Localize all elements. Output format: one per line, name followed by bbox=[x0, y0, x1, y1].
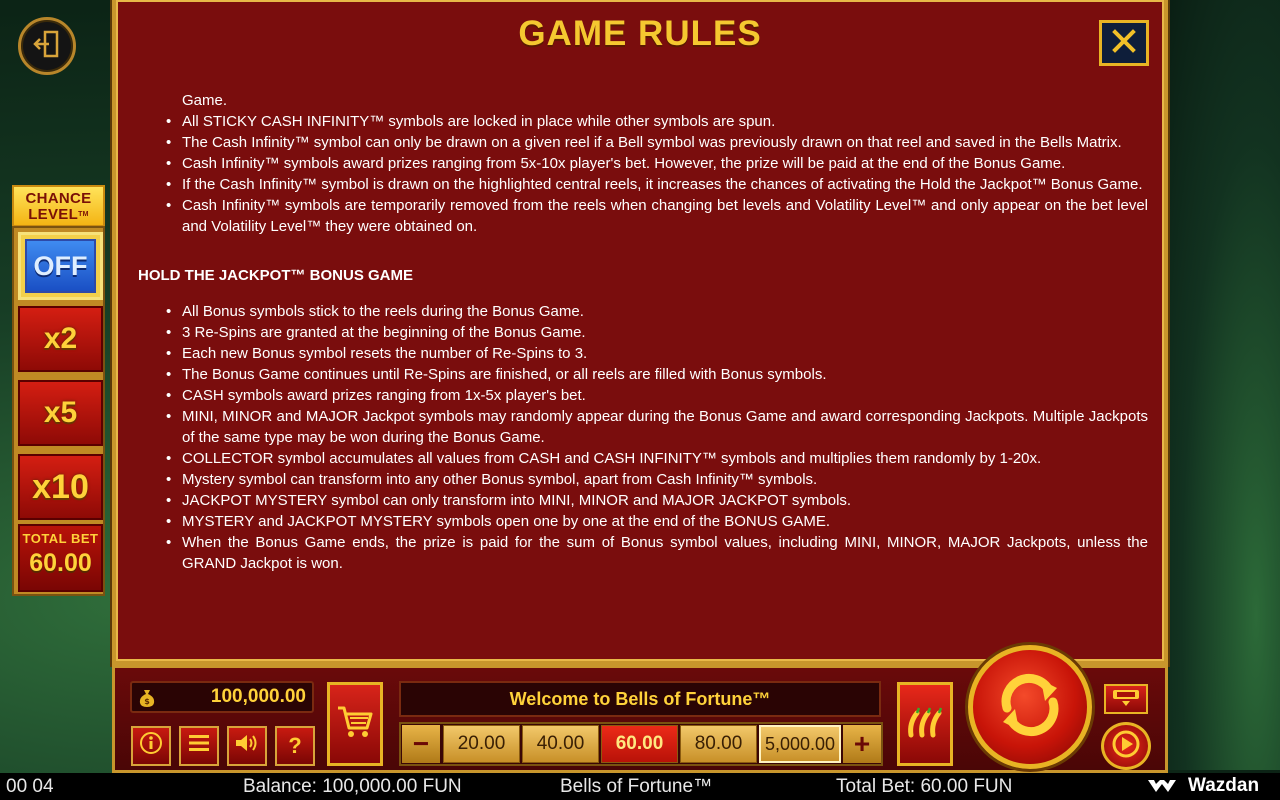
chance-level-title: CHANCE LEVELTM bbox=[12, 185, 105, 227]
rule-item: Cash Infinity™ symbols are temporarily r… bbox=[166, 195, 1148, 237]
rule-item: The Cash Infinity™ symbol can only be dr… bbox=[166, 132, 1148, 153]
volatility-button[interactable] bbox=[897, 682, 953, 766]
chance-x2-button[interactable]: x2 bbox=[18, 306, 103, 372]
spin-button[interactable] bbox=[968, 645, 1092, 769]
balance-value: 100,000.00 bbox=[210, 686, 306, 707]
shopping-cart-icon bbox=[336, 704, 374, 745]
rule-item: 3 Re-Spins are granted at the beginning … bbox=[166, 322, 1148, 343]
exit-button[interactable] bbox=[18, 17, 76, 75]
close-button[interactable] bbox=[1099, 20, 1149, 66]
bet-option-max[interactable]: 5,000.00 bbox=[759, 725, 841, 763]
status-total-bet: Total Bet: 60.00 FUN bbox=[836, 776, 1013, 797]
bet-settings-button[interactable] bbox=[1104, 684, 1148, 714]
chance-level-panel: OFF x2 x5 x10 TOTAL BET 60.00 bbox=[12, 226, 105, 596]
autoplay-icon bbox=[1110, 728, 1142, 765]
rule-item: All STICKY CASH INFINITY™ symbols are lo… bbox=[166, 111, 1148, 132]
buy-feature-button[interactable] bbox=[327, 682, 383, 766]
rule-item: The Bonus Game continues until Re-Spins … bbox=[166, 364, 1148, 385]
menu-button[interactable] bbox=[179, 726, 219, 766]
chance-x10-button[interactable]: x10 bbox=[18, 454, 103, 520]
rule-item: MINI, MINOR and MAJOR Jackpot symbols ma… bbox=[166, 406, 1148, 448]
game-rules-panel: GAME RULES Game. All STICKY CASH INFINIT… bbox=[112, 0, 1168, 665]
rules-list-top: Game. All STICKY CASH INFINITY™ symbols … bbox=[138, 90, 1148, 237]
chance-x5-button[interactable]: x5 bbox=[18, 380, 103, 446]
bet-selector: − 20.00 40.00 60.00 80.00 5,000.00 + bbox=[399, 722, 883, 766]
question-icon: ? bbox=[288, 733, 302, 758]
bet-increase-button[interactable]: + bbox=[843, 725, 881, 763]
wazdan-w-icon bbox=[1148, 780, 1176, 792]
chance-title-line1: CHANCE bbox=[25, 190, 92, 207]
chance-total-bet-label: TOTAL BET bbox=[22, 531, 99, 546]
chili-peppers-icon bbox=[905, 705, 945, 744]
help-button[interactable]: ? bbox=[275, 726, 315, 766]
message-display: Welcome to Bells of Fortune™ bbox=[399, 681, 881, 717]
bet-option[interactable]: 80.00 bbox=[680, 725, 757, 763]
sound-button[interactable] bbox=[227, 726, 267, 766]
chance-off-button[interactable]: OFF bbox=[18, 232, 103, 300]
brand-name: Wazdan bbox=[1188, 775, 1260, 796]
rule-item: All Bonus symbols stick to the reels dur… bbox=[166, 301, 1148, 322]
bet-option-selected[interactable]: 60.00 bbox=[601, 725, 678, 763]
autoplay-button[interactable] bbox=[1101, 722, 1151, 770]
status-game-name: Bells of Fortune™ bbox=[560, 776, 713, 797]
info-button[interactable] bbox=[131, 726, 171, 766]
rule-item: CASH symbols award prizes ranging from 1… bbox=[166, 385, 1148, 406]
chance-total-bet: TOTAL BET 60.00 bbox=[18, 524, 103, 592]
welcome-message: Welcome to Bells of Fortune™ bbox=[509, 688, 771, 709]
rule-item: If the Cash Infinity™ symbol is drawn on… bbox=[166, 174, 1148, 195]
wazdan-logo: Wazdan bbox=[1148, 775, 1259, 797]
rules-title: GAME RULES bbox=[518, 14, 762, 53]
bet-decrease-button[interactable]: − bbox=[402, 725, 440, 763]
rule-item: COLLECTOR symbol accumulates all values … bbox=[166, 448, 1148, 469]
rules-scroll-content[interactable]: Game. All STICKY CASH INFINITY™ symbols … bbox=[138, 90, 1148, 630]
section-heading-bonus: HOLD THE JACKPOT™ BONUS GAME bbox=[138, 267, 414, 284]
status-balance: Balance: 100,000.00 FUN bbox=[243, 776, 462, 797]
bet-option[interactable]: 20.00 bbox=[443, 725, 520, 763]
rule-item: Game. bbox=[182, 92, 228, 109]
close-x-icon bbox=[1111, 28, 1137, 59]
hamburger-menu-icon bbox=[188, 733, 210, 759]
background-right bbox=[1160, 0, 1280, 770]
balance-display: $ 100,000.00 bbox=[130, 681, 314, 713]
spin-arrows-icon bbox=[993, 668, 1067, 747]
rule-item: Cash Infinity™ symbols award prizes rang… bbox=[166, 153, 1148, 174]
rule-item: JACKPOT MYSTERY symbol can only transfor… bbox=[166, 490, 1148, 511]
settings-panel-icon bbox=[1111, 687, 1141, 712]
exit-door-icon bbox=[32, 29, 62, 64]
bet-option[interactable]: 40.00 bbox=[522, 725, 599, 763]
speaker-icon bbox=[234, 732, 260, 760]
chance-title-tm: TM bbox=[78, 211, 89, 218]
rule-item: Mystery symbol can transform into any ot… bbox=[166, 469, 1148, 490]
rule-item: MYSTERY and JACKPOT MYSTERY symbols open… bbox=[166, 511, 1148, 532]
status-bar: 00 04 Balance: 100,000.00 FUN Bells of F… bbox=[0, 773, 1280, 800]
chance-title-line2: LEVEL bbox=[28, 206, 79, 223]
status-time: 00 04 bbox=[6, 776, 54, 797]
chance-total-bet-value: 60.00 bbox=[29, 549, 92, 577]
svg-text:$: $ bbox=[144, 697, 150, 706]
rules-list-bonus: All Bonus symbols stick to the reels dur… bbox=[138, 301, 1148, 574]
rule-item: Each new Bonus symbol resets the number … bbox=[166, 343, 1148, 364]
info-icon bbox=[139, 731, 163, 761]
money-bag-icon: $ bbox=[138, 688, 156, 708]
rule-item: When the Bonus Game ends, the prize is p… bbox=[166, 532, 1148, 574]
chance-off-label: OFF bbox=[25, 239, 96, 293]
